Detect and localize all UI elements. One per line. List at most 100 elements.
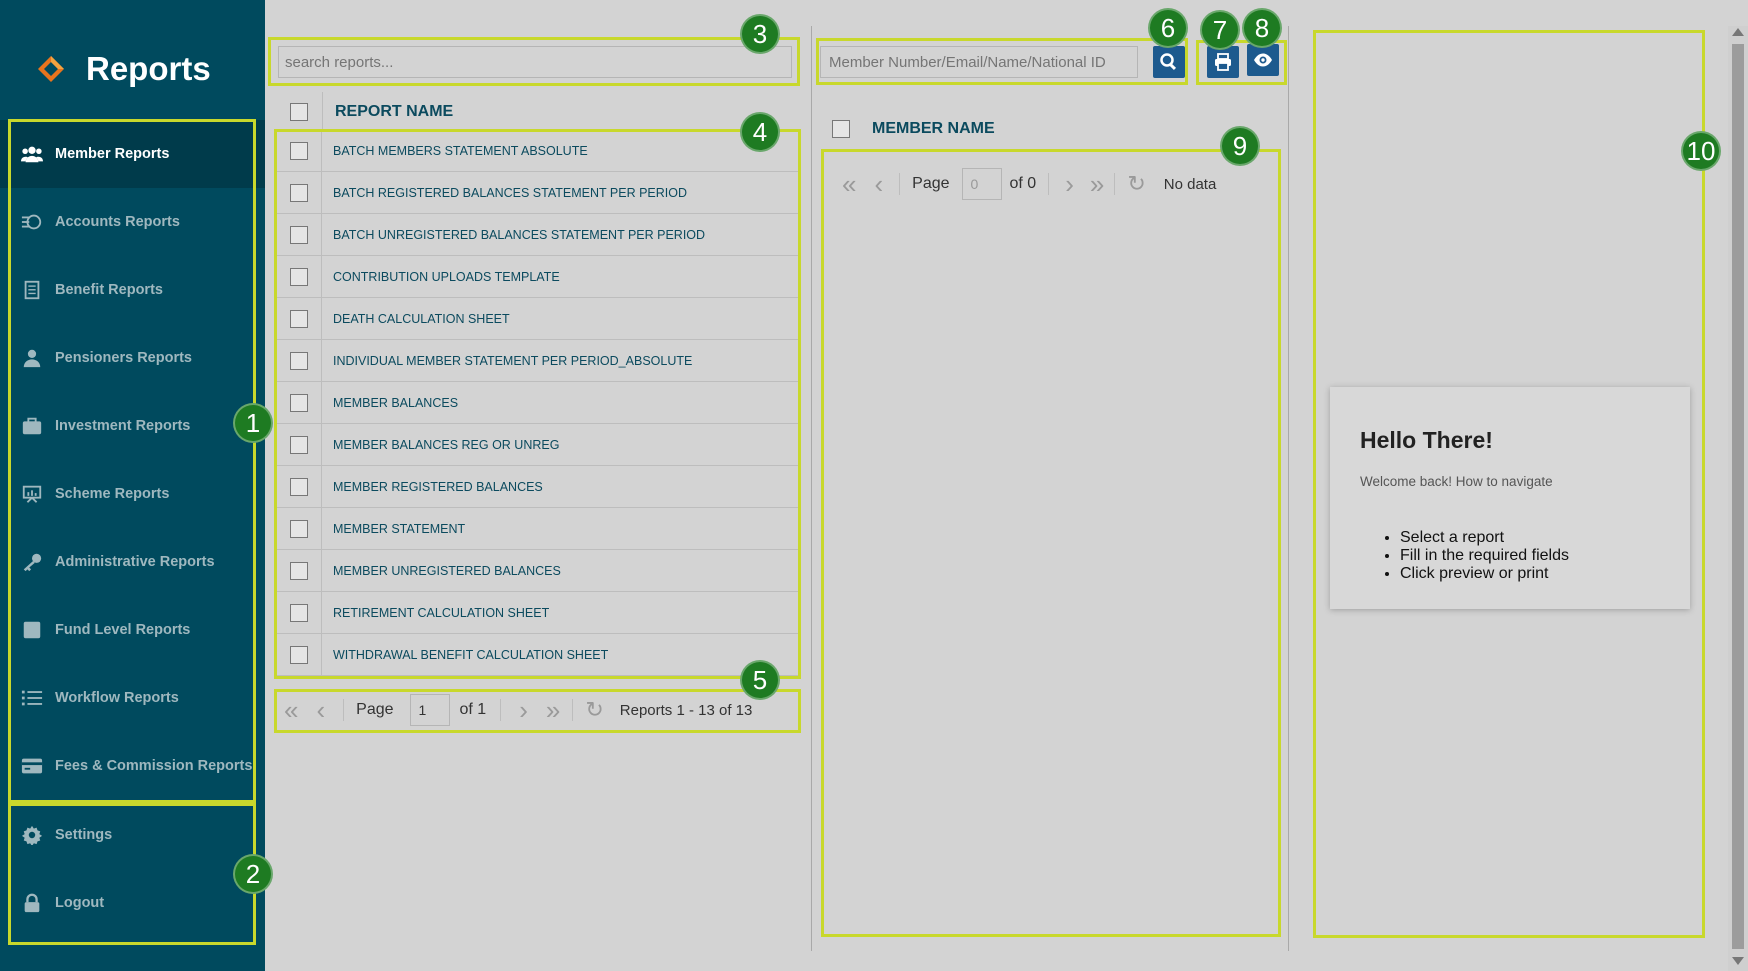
eye-icon (1254, 53, 1272, 67)
users-icon (20, 144, 44, 164)
report-checkbox[interactable] (289, 435, 308, 454)
sidebar-item-investment-reports[interactable]: Investment Reports (0, 392, 265, 460)
annotation-badge-2: 2 (233, 854, 273, 894)
first-page-icon[interactable]: « (842, 171, 856, 197)
sidebar-item-benefit-reports[interactable]: Benefit Reports (0, 256, 265, 324)
select-all-reports-checkbox[interactable] (290, 102, 308, 121)
last-page-icon[interactable]: » (546, 697, 560, 723)
panel-divider (1288, 26, 1289, 951)
report-row[interactable]: MEMBER UNREGISTERED BALANCES (276, 550, 799, 592)
prev-page-icon[interactable]: ‹ (316, 697, 325, 723)
report-name: MEMBER BALANCES REG OR UNREG (333, 437, 560, 452)
report-row[interactable]: INDIVIDUAL MEMBER STATEMENT PER PERIOD_A… (276, 340, 799, 382)
sidebar-item-workflow-reports[interactable]: Workflow Reports (0, 664, 265, 732)
welcome-title: Hello There! (1360, 427, 1493, 453)
prev-page-icon[interactable]: ‹ (874, 171, 883, 197)
list-item: Click preview or print (1400, 565, 1660, 583)
sidebar-item-administrative-reports[interactable]: Administrative Reports (0, 528, 265, 596)
sidebar-item-accounts-reports[interactable]: Accounts Reports (0, 188, 265, 256)
scroll-down-arrow[interactable] (1732, 957, 1744, 965)
report-row[interactable]: BATCH UNREGISTERED BALANCES STATEMENT PE… (276, 214, 799, 256)
toolbar-separator (1196, 48, 1197, 76)
annotation-badge-10: 10 (1681, 131, 1721, 171)
report-row[interactable]: BATCH REGISTERED BALANCES STATEMENT PER … (276, 172, 799, 214)
coins-icon (20, 212, 44, 232)
report-row[interactable]: MEMBER STATEMENT (276, 508, 799, 550)
search-reports-input[interactable] (278, 46, 792, 78)
reports-pager: « ‹ Page of 1 › » ↻ Reports 1 - 13 of 13 (284, 694, 798, 726)
sidebar-item-fees-commission-reports[interactable]: Fees & Commission Reports (0, 732, 265, 800)
sidebar-item-label: Workflow Reports (55, 690, 179, 706)
report-row[interactable]: BATCH MEMBERS STATEMENT ABSOLUTE (276, 130, 799, 172)
report-checkbox[interactable] (289, 603, 308, 622)
page-count: of 1 (459, 701, 487, 718)
search-button[interactable] (1153, 46, 1185, 78)
first-page-icon[interactable]: « (284, 697, 298, 723)
report-checkbox[interactable] (289, 351, 308, 370)
select-all-members-checkbox[interactable] (832, 120, 850, 138)
member-search-input[interactable] (820, 46, 1138, 78)
report-checkbox[interactable] (289, 309, 308, 328)
reports-summary: Reports 1 - 13 of 13 (619, 701, 753, 719)
annotation-badge-8: 8 (1242, 8, 1282, 48)
report-row[interactable]: MEMBER BALANCES REG OR UNREG (276, 424, 799, 466)
report-checkbox[interactable] (289, 267, 308, 286)
next-page-icon[interactable]: › (519, 697, 528, 723)
report-row[interactable]: WITHDRAWAL BENEFIT CALCULATION SHEET (276, 634, 799, 676)
members-summary: No data (1163, 175, 1217, 193)
brand: Reports (36, 50, 211, 88)
next-page-icon[interactable]: › (1065, 171, 1074, 197)
members-grid-header: MEMBER NAME (832, 112, 995, 146)
preview-button[interactable] (1247, 44, 1279, 76)
page-number-input[interactable] (961, 168, 1002, 200)
sidebar-item-member-reports[interactable]: Member Reports (0, 120, 265, 188)
report-checkbox[interactable] (289, 183, 308, 202)
scroll-thumb[interactable] (1732, 44, 1744, 949)
sidebar-item-logout[interactable]: Logout (0, 869, 265, 937)
sidebar-item-label: Benefit Reports (55, 282, 163, 298)
sidebar-item-scheme-reports[interactable]: Scheme Reports (0, 460, 265, 528)
square-icon (20, 620, 44, 640)
report-row[interactable]: RETIREMENT CALCULATION SHEET (276, 592, 799, 634)
report-name: INDIVIDUAL MEMBER STATEMENT PER PERIOD_A… (333, 353, 693, 368)
panel-divider (811, 26, 812, 951)
member-name-column-header: MEMBER NAME (872, 120, 995, 137)
sidebar-item-label: Accounts Reports (55, 214, 180, 230)
print-button[interactable] (1207, 46, 1239, 78)
report-name: BATCH MEMBERS STATEMENT ABSOLUTE (333, 143, 588, 158)
report-row[interactable]: DEATH CALCULATION SHEET (276, 298, 799, 340)
sidebar-item-fund-level-reports[interactable]: Fund Level Reports (0, 596, 265, 664)
report-name: MEMBER STATEMENT (333, 521, 466, 536)
report-checkbox[interactable] (289, 477, 308, 496)
sidebar-item-pensioners-reports[interactable]: Pensioners Reports (0, 324, 265, 392)
scroll-up-arrow[interactable] (1732, 28, 1744, 36)
list-icon (20, 688, 44, 708)
report-checkbox[interactable] (289, 561, 308, 580)
report-row[interactable]: MEMBER BALANCES (276, 382, 799, 424)
report-row[interactable]: MEMBER REGISTERED BALANCES (276, 466, 799, 508)
reports-grid-header: REPORT NAME (276, 91, 799, 132)
welcome-steps: Select a report Fill in the required fie… (1400, 529, 1660, 583)
last-page-icon[interactable]: » (1090, 171, 1104, 197)
report-row[interactable]: CONTRIBUTION UPLOADS TEMPLATE (276, 256, 799, 298)
refresh-icon[interactable]: ↻ (1127, 173, 1145, 195)
sidebar-nav: Member Reports Accounts Reports Benefit … (0, 120, 265, 800)
lock-icon (20, 893, 44, 913)
report-checkbox[interactable] (289, 225, 308, 244)
page-label: Page (912, 175, 950, 192)
report-checkbox[interactable] (289, 519, 308, 538)
report-name: RETIREMENT CALCULATION SHEET (333, 605, 550, 620)
list-item: Select a report (1400, 529, 1660, 547)
refresh-icon[interactable]: ↻ (585, 699, 603, 721)
annotation-badge-7: 7 (1200, 10, 1240, 50)
report-checkbox[interactable] (289, 393, 308, 412)
page-number-input[interactable] (409, 694, 450, 726)
report-checkbox[interactable] (289, 645, 308, 664)
page-scrollbar[interactable] (1728, 26, 1748, 971)
user-icon (20, 348, 44, 368)
list-item: Fill in the required fields (1400, 547, 1660, 565)
sidebar-item-settings[interactable]: Settings (0, 801, 265, 869)
key-icon (20, 552, 44, 572)
sidebar-item-label: Pensioners Reports (55, 350, 192, 366)
report-checkbox[interactable] (289, 141, 308, 160)
